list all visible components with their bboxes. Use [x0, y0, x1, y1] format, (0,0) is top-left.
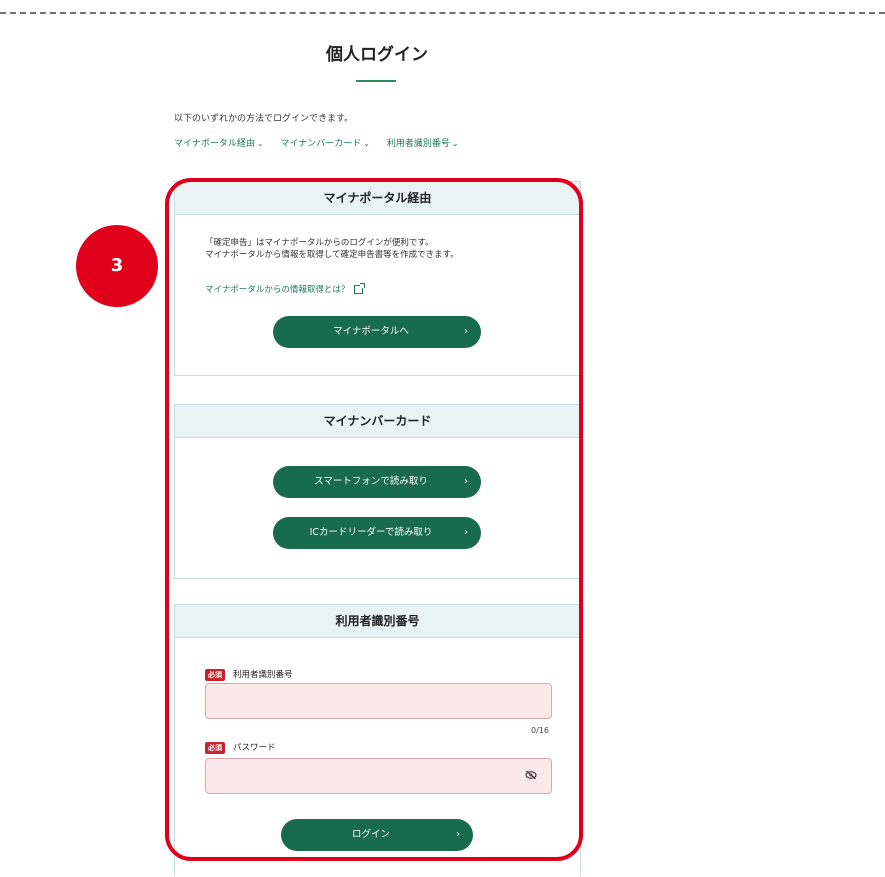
chevron-down-icon: ⌄: [451, 139, 459, 148]
external-link-icon: [354, 283, 366, 294]
ic-card-reader-button[interactable]: ICカードリーダーで読み取り ›: [273, 517, 481, 549]
smartphone-read-button[interactable]: スマートフォンで読み取り ›: [273, 466, 481, 498]
dashed-divider: [0, 12, 885, 14]
user-id-card-header: 利用者識別番号: [175, 605, 580, 638]
chevron-down-icon: ⌄: [256, 139, 264, 148]
quicklink-mynumber-card[interactable]: マイナンバーカード ⌄: [280, 139, 370, 149]
user-id-field-label: 必須 利用者識別番号: [205, 668, 293, 681]
quick-links: マイナポータル経由 ⌄ マイナンバーカード ⌄ 利用者識別番号 ⌄: [174, 136, 473, 149]
mynaportal-description: 「確定申告」はマイナポータルからのログインが便利です。 マイナポータルから情報を…: [205, 238, 459, 260]
mynaportal-info-link[interactable]: マイナポータルからの情報取得とは？: [205, 283, 366, 295]
user-id-card: 利用者識別番号 必須 利用者識別番号 0/16 必須 パスワード ログイン ›: [174, 604, 581, 876]
user-id-counter: 0/16: [531, 726, 549, 735]
step-number-badge: 3: [76, 225, 158, 307]
chevron-right-icon: ›: [464, 326, 468, 337]
title-underline: [356, 80, 396, 82]
mynaportal-button[interactable]: マイナポータルへ ›: [273, 316, 481, 348]
login-button[interactable]: ログイン ›: [281, 819, 473, 851]
mynumber-card-header: マイナンバーカード: [175, 405, 580, 438]
mynaportal-card-header: マイナポータル経由: [175, 182, 580, 215]
chevron-down-icon: ⌄: [363, 139, 370, 148]
quicklink-mynaportal[interactable]: マイナポータル経由 ⌄: [174, 139, 264, 149]
chevron-right-icon: ›: [456, 829, 460, 840]
chevron-right-icon: ›: [464, 527, 468, 538]
password-input[interactable]: [205, 758, 552, 794]
user-id-input[interactable]: [205, 683, 552, 719]
password-field-label: 必須 パスワード: [205, 741, 276, 754]
chevron-right-icon: ›: [464, 476, 468, 487]
eye-off-icon[interactable]: [525, 770, 537, 780]
mynaportal-card: マイナポータル経由 「確定申告」はマイナポータルからのログインが便利です。 マイ…: [174, 181, 581, 376]
quicklink-user-id[interactable]: 利用者識別番号 ⌄: [387, 139, 459, 149]
required-badge: 必須: [205, 741, 225, 754]
intro-text: 以下のいずれかの方法でログインできます。: [174, 114, 354, 124]
mynumber-card-card: マイナンバーカード スマートフォンで読み取り › ICカードリーダーで読み取り …: [174, 404, 581, 579]
required-badge: 必須: [205, 668, 225, 681]
page-title: 個人ログイン: [326, 45, 428, 65]
